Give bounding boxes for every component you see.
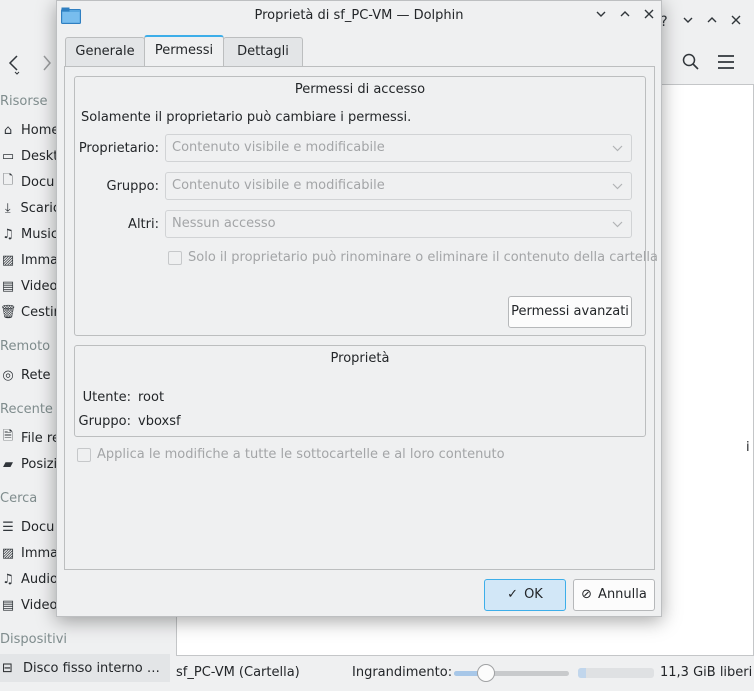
- ownership-title: Proprietà: [330, 351, 390, 366]
- maximize-icon[interactable]: [704, 14, 720, 30]
- ownership-group: Proprietà Utente: root Gruppo: vboxsf: [74, 345, 646, 437]
- zoom-label: Ingrandimento:: [352, 665, 453, 680]
- recursive-checkbox-label: Applica le modifiche a tutte le sottocar…: [97, 447, 505, 462]
- chevron-down-icon: [612, 211, 623, 247]
- sidebar-section-title: Cerca: [0, 491, 38, 506]
- sidebar-item-pictures[interactable]: ▨ Imma: [0, 248, 60, 272]
- hamburger-menu-icon[interactable]: [717, 54, 735, 74]
- sidebar-item-recent-files[interactable]: 🗎 File re: [0, 426, 60, 450]
- user-label: Utente:: [82, 390, 131, 405]
- disk-space-used: [578, 668, 586, 678]
- close-icon[interactable]: [728, 14, 744, 30]
- sidebar-item-home[interactable]: ⌂ Home: [0, 118, 60, 142]
- others-label: Altri:: [128, 217, 159, 232]
- checkmark-icon: ✓: [507, 587, 519, 602]
- advanced-permissions-button[interactable]: Permessi avanzati: [508, 296, 632, 328]
- owner-label: Proprietario:: [78, 141, 159, 156]
- sidebar-item-music[interactable]: ♫ Music: [0, 222, 60, 246]
- dialog-titlebar: Proprietà di sf_PC-VM — Dolphin: [57, 1, 661, 31]
- sidebar-item-search-videos[interactable]: ▤ Video: [0, 593, 60, 617]
- image-icon: ▨: [1, 545, 15, 561]
- sticky-checkbox[interactable]: [168, 251, 182, 265]
- sidebar-item-search-documents[interactable]: ☰ Docu: [0, 515, 60, 539]
- video-icon: ▤: [1, 597, 15, 613]
- folder-clock-icon: ▰: [3, 456, 13, 472]
- sidebar-item-downloads[interactable]: ⤓ Scaric: [0, 196, 60, 220]
- free-space-text: 11,3 GiB liberi: [660, 665, 753, 680]
- sidebar-section-title: Recente: [0, 402, 53, 417]
- sidebar-section-title: Remoto: [0, 339, 51, 354]
- user-value: root: [138, 390, 165, 405]
- cancel-button[interactable]: ⊘ Annulla: [573, 579, 655, 611]
- sidebar-section-title: Dispositivi: [0, 632, 67, 647]
- recursive-checkbox[interactable]: [77, 448, 91, 462]
- home-icon: ⌂: [3, 122, 13, 138]
- back-icon[interactable]: [6, 53, 22, 79]
- document-icon: 🗋: [2, 173, 14, 188]
- sidebar-item-videos[interactable]: ▤ Video: [0, 274, 60, 298]
- dialog-maximize-icon[interactable]: [617, 8, 633, 24]
- hard-disk-icon: ⊟: [2, 660, 13, 676]
- sidebar-item-recent-locations[interactable]: ▰ Posizi: [0, 452, 60, 476]
- access-permissions-group: Permessi di accesso Solamente il proprie…: [74, 76, 658, 336]
- desktop-icon: ▭: [1, 148, 15, 164]
- sidebar-item-desktop[interactable]: ▭ Deskt: [0, 144, 60, 168]
- forward-icon[interactable]: [40, 53, 54, 77]
- group-permission-select[interactable]: Contenuto visibile e modificabile: [165, 172, 632, 200]
- sidebar-item-internal-disk[interactable]: ⊟ Disco fisso interno da...: [0, 654, 170, 682]
- minimize-icon[interactable]: [680, 14, 696, 30]
- sidebar-item-documents[interactable]: 🗋 Docu: [0, 170, 60, 194]
- others-permission-select[interactable]: Nessun accesso: [165, 210, 632, 238]
- properties-dialog: Proprietà di sf_PC-VM — Dolphin Generale…: [56, 0, 662, 617]
- sidebar-item-search-audio[interactable]: ♫ Audio: [0, 567, 60, 591]
- owner-group-value: vboxsf: [138, 414, 181, 429]
- music-icon: ♫: [2, 226, 14, 242]
- chevron-down-icon: [612, 173, 623, 209]
- cancel-icon: ⊘: [581, 587, 593, 602]
- owner-permission-select[interactable]: Contenuto visibile e modificabile: [165, 134, 632, 162]
- access-permissions-title: Permessi di accesso: [294, 82, 426, 97]
- search-icon[interactable]: [682, 53, 700, 75]
- text-document-icon: ☰: [2, 519, 14, 535]
- chevron-down-icon: [612, 135, 623, 171]
- dialog-minimize-icon[interactable]: [593, 8, 609, 24]
- sidebar-section-title: Risorse: [0, 94, 48, 109]
- music-icon: ♫: [2, 571, 14, 587]
- zoom-slider-handle[interactable]: [477, 664, 496, 682]
- disk-space-bar: [578, 668, 654, 678]
- trash-icon: 🗑: [0, 304, 17, 320]
- permissions-panel: Permessi di accesso Solamente il proprie…: [64, 66, 658, 570]
- group-label: Gruppo:: [106, 179, 160, 194]
- download-icon: ⤓: [4, 200, 11, 216]
- zoom-slider[interactable]: [454, 664, 569, 682]
- tab-permessi[interactable]: Permessi: [144, 35, 224, 67]
- dialog-title: Proprietà di sf_PC-VM — Dolphin: [254, 8, 464, 23]
- sticky-checkbox-label: Solo il proprietario può rinominare o el…: [188, 250, 658, 265]
- file-view-partial-text: i: [746, 440, 750, 455]
- sidebar-item-search-images[interactable]: ▨ Imma: [0, 541, 60, 565]
- ok-button[interactable]: ✓ OK: [484, 579, 566, 611]
- image-icon: ▨: [1, 252, 15, 268]
- selection-status: sf_PC-VM (Cartella): [176, 665, 300, 680]
- network-icon: ◎: [2, 367, 14, 383]
- tab-generale[interactable]: Generale: [65, 37, 145, 67]
- status-bar: sf_PC-VM (Cartella) Ingrandimento: 11,3 …: [170, 656, 754, 691]
- permissions-notice: Solamente il proprietario può cambiare i…: [81, 110, 412, 125]
- dialog-close-icon[interactable]: [641, 8, 657, 24]
- sidebar-item-trash[interactable]: 🗑 Cestin: [0, 300, 60, 324]
- tab-dettagli[interactable]: Dettagli: [223, 37, 303, 67]
- sidebar-item-network[interactable]: ◎ Rete: [0, 363, 60, 387]
- owner-group-label: Gruppo:: [78, 414, 132, 429]
- recent-files-icon: 🗎: [2, 429, 14, 444]
- video-icon: ▤: [1, 278, 15, 294]
